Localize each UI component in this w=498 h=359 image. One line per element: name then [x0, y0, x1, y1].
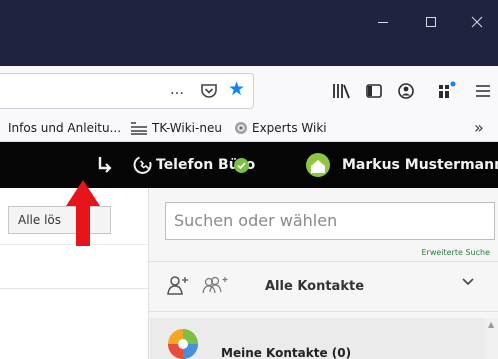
- library-icon[interactable]: [330, 80, 352, 102]
- annotation-arrow-icon: [66, 180, 100, 246]
- hamburger-menu-icon[interactable]: [472, 80, 494, 102]
- bookmark-item[interactable]: Infos und Anleitu...: [8, 121, 121, 135]
- star-icon[interactable]: ★: [228, 78, 245, 100]
- divider: [149, 311, 498, 312]
- extension-icon[interactable]: [435, 80, 457, 102]
- bookmark-item[interactable]: Experts Wiki: [234, 121, 327, 135]
- bookmark-label: Experts Wiki: [252, 121, 327, 135]
- contacts-group-icon: [168, 329, 198, 359]
- contacts-pane: Suchen oder wählen Erweiterte Suche Alle…: [149, 188, 498, 359]
- bookmarks-toolbar: Infos und Anleitu... TK-Wiki-neu Experts…: [0, 116, 498, 142]
- scrollbar[interactable]: ▲: [485, 318, 498, 359]
- call-forward-icon[interactable]: [96, 155, 114, 175]
- close-button[interactable]: [465, 12, 489, 32]
- avatar[interactable]: [306, 153, 330, 177]
- phone-icon[interactable]: [133, 155, 153, 175]
- search-input[interactable]: Suchen oder wählen: [165, 202, 495, 240]
- scroll-up-icon[interactable]: ▲: [488, 320, 494, 329]
- add-contact-icon[interactable]: [165, 274, 191, 296]
- maximize-button[interactable]: [419, 12, 443, 32]
- contacts-filter-label[interactable]: Alle Kontakte: [265, 279, 364, 294]
- status-available-icon[interactable]: [234, 158, 249, 173]
- page-actions-button[interactable]: …: [170, 82, 185, 98]
- bookmark-item[interactable]: TK-Wiki-neu: [130, 121, 222, 135]
- chevron-down-icon[interactable]: [461, 277, 475, 287]
- bookmarks-overflow-button[interactable]: »: [474, 118, 484, 137]
- minimize-icon: [378, 21, 388, 23]
- add-group-icon[interactable]: [200, 274, 230, 296]
- pocket-icon[interactable]: [198, 80, 220, 102]
- divider: [0, 288, 148, 289]
- browser-toolbar: … ★: [0, 66, 498, 116]
- url-bar[interactable]: … ★: [0, 73, 254, 109]
- close-icon: [471, 16, 483, 28]
- account-icon[interactable]: [395, 80, 417, 102]
- maximize-icon: [426, 17, 436, 27]
- window-titlebar: [0, 0, 498, 66]
- divider: [149, 261, 498, 262]
- contact-list: Meine Kontakte (0): [150, 318, 485, 359]
- bookmark-label: TK-Wiki-neu: [152, 121, 222, 135]
- user-name[interactable]: Markus Mustermann: [342, 157, 498, 173]
- list-item[interactable]: Meine Kontakte (0): [221, 346, 351, 359]
- wiki-list-icon: [131, 122, 147, 135]
- sidebar-icon[interactable]: [363, 80, 385, 102]
- globe-icon: [235, 122, 247, 134]
- minimize-button[interactable]: [371, 12, 395, 32]
- advanced-search-link[interactable]: Erweiterte Suche: [421, 248, 490, 257]
